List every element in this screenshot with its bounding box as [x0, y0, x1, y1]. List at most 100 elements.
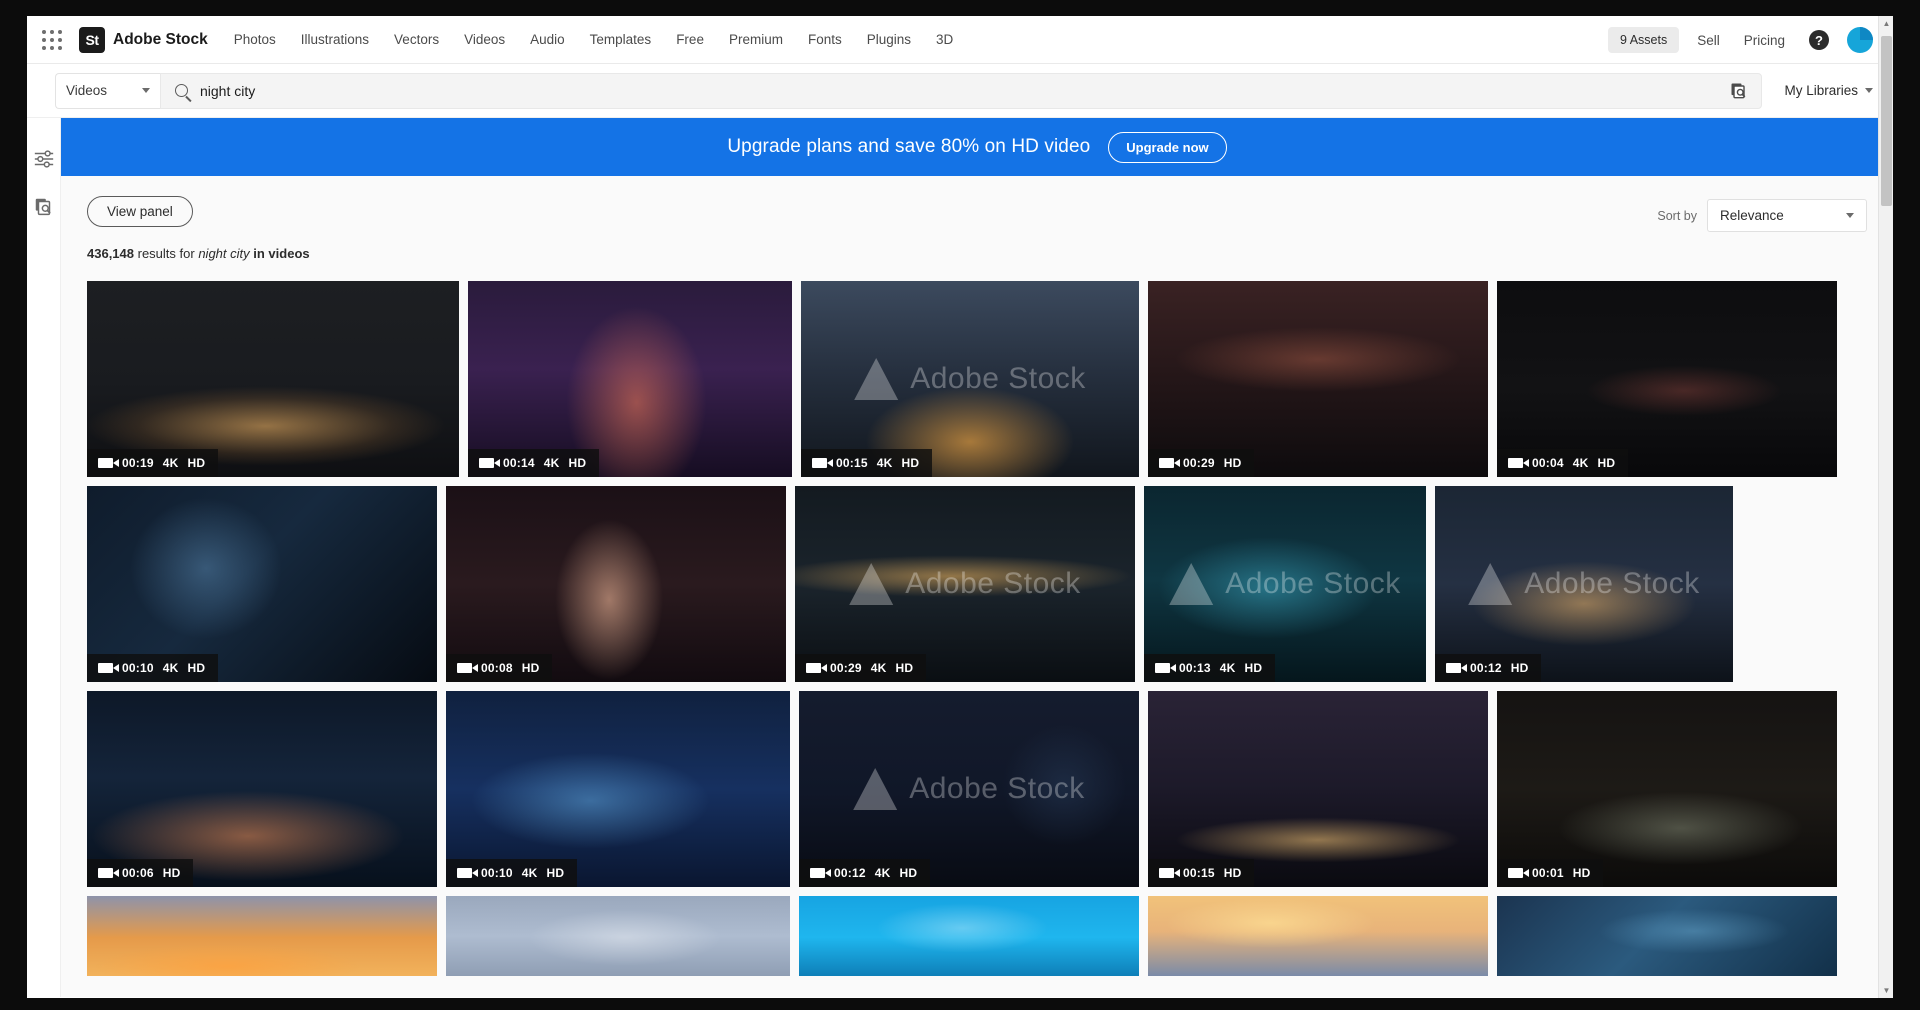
video-duration: 00:12 [1470, 661, 1502, 675]
video-camera-icon [1155, 663, 1170, 673]
video-meta-badge: 00:294KHD [795, 654, 926, 682]
video-hd-badge: HD [568, 456, 586, 470]
video-hd-badge: HD [546, 866, 564, 880]
assets-counter-button[interactable]: 9 Assets [1608, 27, 1679, 53]
video-result-card[interactable]: 00:08HD [446, 486, 786, 682]
video-hd-badge: HD [522, 661, 540, 675]
results-grid-row: 00:194KHD00:144KHDAdobe Stock00:154KHD00… [87, 281, 1867, 477]
my-libraries-dropdown[interactable]: My Libraries [1784, 83, 1873, 98]
nav-link-3d[interactable]: 3D [936, 32, 953, 47]
video-duration: 00:10 [481, 866, 513, 880]
video-meta-badge: 00:15HD [1148, 859, 1254, 887]
video-result-card[interactable] [446, 896, 790, 976]
video-meta-badge: 00:10 4K HD [87, 654, 218, 682]
sort-by-dropdown[interactable]: Relevance [1707, 199, 1867, 232]
video-duration: 00:06 [122, 866, 154, 880]
video-result-card[interactable]: 00:14 4K HD [468, 281, 792, 477]
video-duration: 00:10 [122, 661, 154, 675]
search-input[interactable] [200, 83, 1729, 99]
question-mark-icon[interactable]: ? [1809, 30, 1829, 50]
video-camera-icon [457, 663, 472, 673]
card-thumbnail-image [1435, 486, 1733, 682]
search-input-wrapper[interactable] [160, 73, 1762, 109]
video-camera-icon [1508, 868, 1523, 878]
nav-link-illustrations[interactable]: Illustrations [301, 32, 369, 47]
adobe-stock-logo-icon[interactable]: St [79, 27, 105, 53]
upgrade-now-button[interactable]: Upgrade now [1108, 132, 1226, 163]
video-result-card[interactable]: Adobe Stock00:294KHD [795, 486, 1135, 682]
video-resolution-badge: 4K [544, 456, 560, 470]
results-word: results for [138, 246, 195, 261]
video-duration: 00:14 [503, 456, 535, 470]
card-thumbnail-image [1148, 691, 1488, 887]
top-nav-right-group: 9 Assets Sell Pricing ? [1608, 16, 1873, 64]
video-result-card[interactable] [1497, 896, 1837, 976]
results-grid-row: 00:06HD00:104KHDAdobe Stock00:124KHD00:1… [87, 691, 1867, 887]
video-result-card[interactable]: 00:194KHD [87, 281, 459, 477]
sort-by-value: Relevance [1720, 208, 1784, 223]
nav-link-audio[interactable]: Audio [530, 32, 565, 47]
chevron-down-icon [142, 88, 150, 93]
nav-link-videos[interactable]: Videos [464, 32, 505, 47]
video-meta-badge: 00:154KHD [801, 449, 932, 477]
visual-search-icon[interactable] [1729, 81, 1749, 101]
scrollbar-thumb[interactable] [1881, 36, 1892, 206]
grid-apps-icon[interactable] [39, 27, 65, 53]
card-thumbnail-image [446, 691, 790, 887]
results-grid-row: 00:104KHD00:08HDAdobe Stock00:294KHDAdob… [87, 486, 1867, 682]
chevron-up-icon[interactable]: ▲ [1879, 16, 1893, 31]
nav-link-sell[interactable]: Sell [1697, 33, 1720, 48]
nav-link-plugins[interactable]: Plugins [867, 32, 911, 47]
video-hd-badge: HD [187, 661, 205, 675]
nav-link-templates[interactable]: Templates [590, 32, 652, 47]
video-result-card[interactable]: 00:06HD [87, 691, 437, 887]
card-thumbnail-image [799, 691, 1139, 887]
video-hd-badge: HD [899, 866, 917, 880]
video-result-card[interactable] [799, 896, 1139, 976]
video-result-card[interactable]: Adobe Stock00:134KHD [1144, 486, 1426, 682]
video-duration: 00:04 [1532, 456, 1564, 470]
nav-link-free[interactable]: Free [676, 32, 704, 47]
video-result-card[interactable]: 00:01HD [1497, 691, 1837, 887]
video-result-card[interactable]: 00:044KHD [1497, 281, 1837, 477]
nav-link-vectors[interactable]: Vectors [394, 32, 439, 47]
video-resolution-badge: 4K [875, 866, 891, 880]
video-meta-badge: 00:12HD [1435, 654, 1541, 682]
nav-link-photos[interactable]: Photos [234, 32, 276, 47]
video-meta-badge: 00:124KHD [799, 859, 930, 887]
search-category-dropdown[interactable]: Videos [55, 73, 160, 109]
video-camera-icon [457, 868, 472, 878]
video-result-card[interactable]: 00:15HD [1148, 691, 1488, 887]
brand-name[interactable]: Adobe Stock [113, 31, 208, 49]
card-thumbnail-image [1497, 281, 1837, 477]
video-result-card[interactable]: Adobe Stock00:12HD [1435, 486, 1733, 682]
video-result-card[interactable]: Adobe Stock00:154KHD [801, 281, 1139, 477]
user-avatar[interactable] [1847, 27, 1873, 53]
chevron-down-icon [1846, 213, 1854, 218]
video-hd-badge: HD [1244, 661, 1262, 675]
page-body: Upgrade plans and save 80% on HD video U… [27, 118, 1893, 997]
video-meta-badge: 00:104KHD [446, 859, 577, 887]
video-result-card[interactable]: 00:29HD [1148, 281, 1488, 477]
video-result-card[interactable] [87, 896, 437, 976]
nav-link-pricing[interactable]: Pricing [1744, 33, 1785, 48]
results-count-number: 436,148 [87, 246, 134, 261]
results-grid: 00:194KHD00:144KHDAdobe Stock00:154KHD00… [61, 261, 1893, 976]
nav-link-premium[interactable]: Premium [729, 32, 783, 47]
visual-search-icon[interactable] [33, 196, 55, 218]
chevron-down-icon[interactable]: ▼ [1879, 983, 1893, 998]
results-count-text: 436,148 results for night city in videos [61, 232, 1893, 261]
view-panel-button[interactable]: View panel [87, 196, 193, 227]
video-camera-icon [98, 458, 113, 468]
video-result-card[interactable]: 00:10 4K HD [87, 486, 437, 682]
my-libraries-label: My Libraries [1784, 83, 1858, 98]
video-result-card[interactable]: 00:104KHD [446, 691, 790, 887]
video-result-card[interactable] [1148, 896, 1488, 976]
filter-sliders-icon[interactable] [33, 148, 55, 170]
video-hd-badge: HD [187, 456, 205, 470]
nav-link-fonts[interactable]: Fonts [808, 32, 842, 47]
video-resolution-badge: 4K [163, 661, 179, 675]
card-thumbnail-image [1148, 896, 1488, 976]
video-result-card[interactable]: Adobe Stock00:124KHD [799, 691, 1139, 887]
page-scrollbar[interactable]: ▲ ▼ [1878, 16, 1893, 998]
